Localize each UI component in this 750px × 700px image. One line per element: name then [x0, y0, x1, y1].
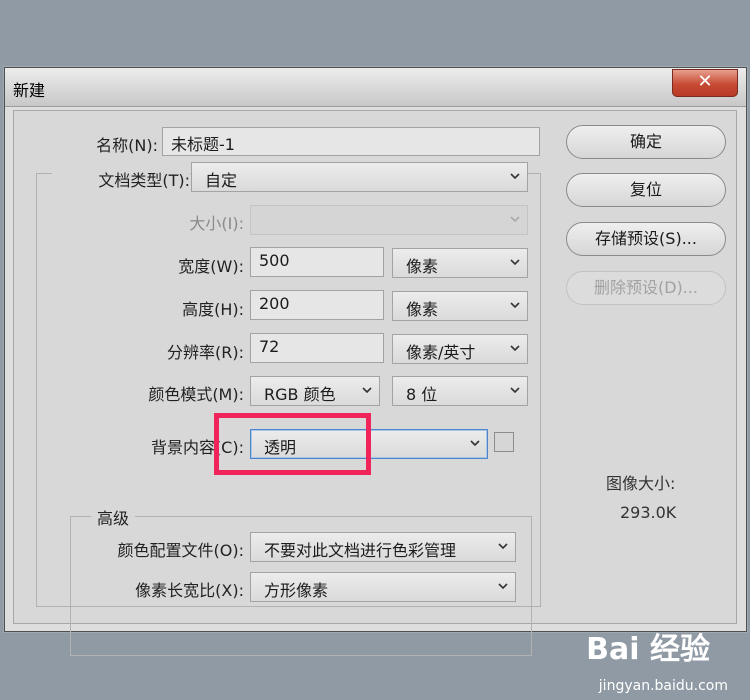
new-document-dialog: 新建 ✕ 名称(N): 未标题-1 文档类型(T): 自定 大小(I): 宽度(…	[4, 67, 747, 656]
highlight-annotation	[214, 413, 371, 475]
color-mode-value: RGB 颜色	[264, 385, 336, 404]
color-mode-select[interactable]: RGB 颜色	[250, 376, 380, 406]
chevron-down-icon	[509, 299, 521, 311]
advanced-group-title: 高级	[91, 505, 136, 529]
document-type-label: 文档类型(T):	[52, 167, 190, 191]
chevron-down-icon	[361, 384, 373, 396]
ok-button[interactable]: 确定	[566, 125, 726, 159]
bit-depth-value: 8 位	[406, 385, 438, 404]
height-label: 高度(H):	[182, 300, 244, 319]
dialog-body: 名称(N): 未标题-1 文档类型(T): 自定 大小(I): 宽度(W): 5…	[13, 110, 737, 656]
reset-button[interactable]: 复位	[566, 173, 726, 207]
chevron-down-icon	[497, 540, 509, 552]
chevron-down-icon	[509, 213, 521, 225]
width-label: 宽度(W):	[178, 257, 244, 276]
chevron-down-icon	[469, 437, 481, 449]
color-profile-select[interactable]: 不要对此文档进行色彩管理	[250, 532, 516, 562]
delete-preset-button[interactable]: 删除预设(D)...	[566, 271, 726, 305]
baidu-watermark-url: jingyan.baidu.com	[598, 678, 728, 694]
save-preset-button[interactable]: 存储预设(S)...	[566, 222, 726, 256]
color-profile-value: 不要对此文档进行色彩管理	[264, 541, 457, 560]
name-input[interactable]: 未标题-1	[162, 127, 540, 156]
width-unit-value: 像素	[406, 257, 439, 276]
dialog-title: 新建	[13, 81, 46, 100]
chevron-down-icon	[497, 580, 509, 592]
width-input[interactable]: 500	[250, 247, 384, 277]
close-button[interactable]: ✕	[672, 69, 738, 97]
pixel-aspect-select[interactable]: 方形像素	[250, 572, 516, 602]
name-label: 名称(N):	[96, 136, 158, 155]
image-size-value: 293.0K	[620, 503, 677, 522]
bit-depth-select[interactable]: 8 位	[392, 376, 528, 406]
height-input[interactable]: 200	[250, 290, 384, 320]
height-unit-value: 像素	[406, 300, 439, 319]
document-type-select[interactable]: 自定	[191, 162, 528, 192]
width-unit-select[interactable]: 像素	[392, 248, 528, 278]
height-unit-select[interactable]: 像素	[392, 291, 528, 321]
close-icon: ✕	[697, 71, 713, 92]
image-size-label: 图像大小:	[606, 474, 676, 493]
resolution-unit-value: 像素/英寸	[406, 343, 476, 362]
color-mode-label: 颜色模式(M):	[148, 385, 244, 404]
chevron-down-icon	[509, 342, 521, 354]
chevron-down-icon	[509, 384, 521, 396]
pixel-aspect-value: 方形像素	[264, 581, 329, 600]
resolution-label: 分辨率(R):	[167, 343, 244, 362]
resolution-input[interactable]: 72	[250, 333, 384, 363]
background-color-swatch[interactable]	[494, 432, 514, 452]
title-bar[interactable]: 新建 ✕	[5, 68, 746, 107]
baidu-watermark: Bai 经验	[586, 632, 710, 667]
size-select[interactable]	[250, 205, 528, 235]
document-type-value: 自定	[205, 171, 238, 190]
resolution-unit-select[interactable]: 像素/英寸	[392, 334, 528, 364]
color-profile-label: 颜色配置文件(O):	[117, 541, 244, 560]
chevron-down-icon	[509, 256, 521, 268]
pixel-aspect-label: 像素长宽比(X):	[135, 581, 244, 600]
size-label: 大小(I):	[189, 214, 244, 233]
chevron-down-icon	[509, 170, 521, 182]
